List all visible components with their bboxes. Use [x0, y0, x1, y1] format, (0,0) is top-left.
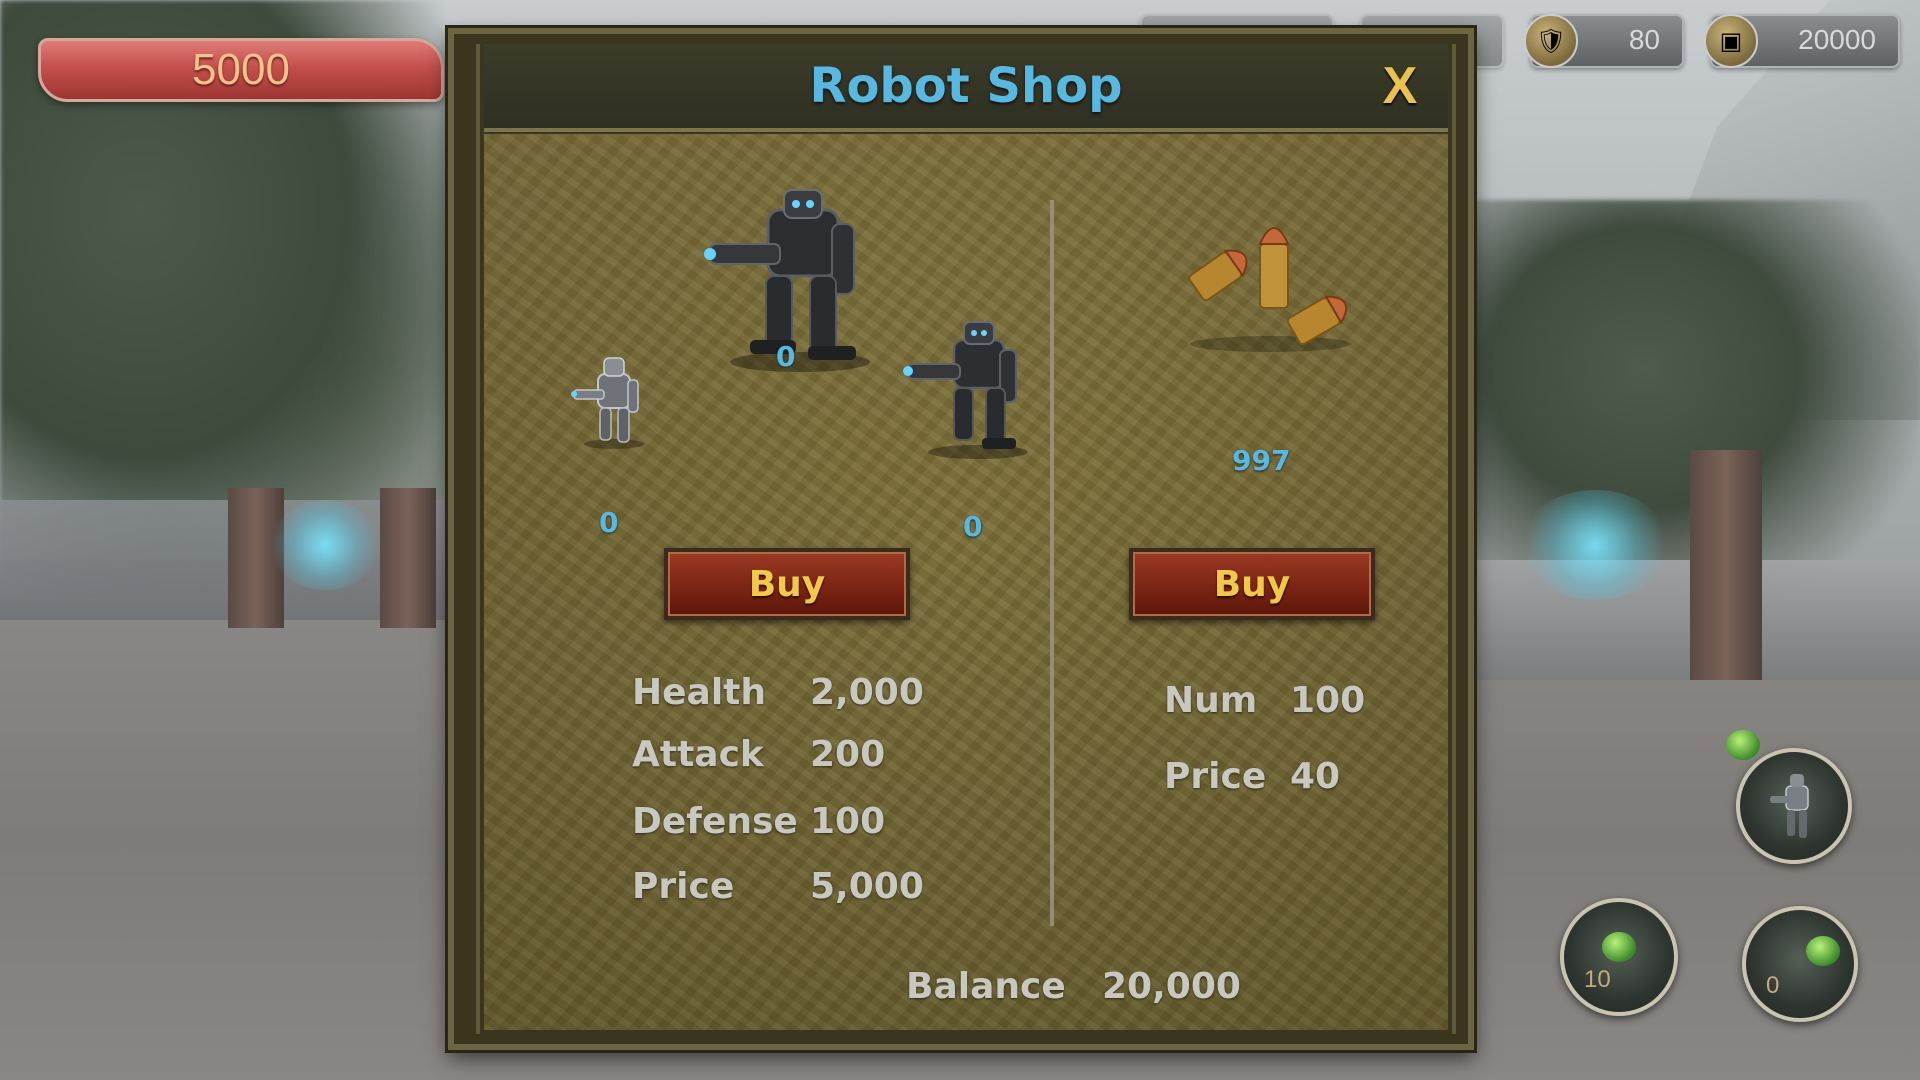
robot-count-small: 0 [599, 506, 619, 539]
resource-value: 20000 [1798, 24, 1876, 55]
buy-robot-label: Buy [748, 563, 826, 605]
balance-value: 20,000 [1102, 966, 1241, 1007]
shop-body: 0 0 0 Buy Health 2,000 Attack 200 Defens… [484, 134, 1448, 1030]
health-bar: 5000 [38, 38, 444, 102]
potion-icon [1806, 936, 1840, 966]
buy-ammo-label: Buy [1213, 563, 1291, 605]
shield-resource-icon: 🛡 [1524, 14, 1578, 68]
ammo-stat-value-price: 40 [1290, 756, 1341, 797]
buy-robot-button[interactable]: Buy [664, 548, 910, 620]
treasure-chest-icon: ▣ [1704, 14, 1758, 68]
robot-stat-label-price: Price [632, 866, 735, 907]
close-button[interactable]: X [1368, 54, 1432, 118]
resource-value: 80 [1628, 24, 1660, 55]
ammo-count: 997 [1232, 444, 1291, 477]
robot-icon [1770, 774, 1809, 838]
bullets-icon[interactable] [1170, 204, 1370, 364]
potion-count: 0 [1766, 972, 1780, 999]
shop-title: Robot Shop [809, 58, 1123, 114]
section-divider [1050, 200, 1054, 926]
grenade-icon [1602, 932, 1636, 962]
grenade-skill-button[interactable]: 10 [1560, 898, 1678, 1016]
buy-ammo-button[interactable]: Buy [1129, 548, 1375, 620]
balance-label: Balance [906, 966, 1066, 1007]
robot-shop-dialog: Robot Shop X 0 0 0 Buy Health 2,000 Atta… [448, 28, 1474, 1050]
grenade-count: 10 [1584, 966, 1611, 993]
robot-summon-skill-button[interactable] [1726, 730, 1852, 864]
shop-header: Robot Shop X [484, 44, 1448, 132]
robot-stat-value-attack: 200 [810, 734, 886, 775]
robot-stat-label-attack: Attack [632, 734, 764, 775]
medium-robot-icon[interactable] [894, 314, 1044, 464]
ammo-stat-label-price: Price [1164, 756, 1267, 797]
ammo-stat-value-num: 100 [1290, 680, 1366, 721]
small-robot-icon[interactable] [564, 352, 664, 452]
portal-glow [1520, 490, 1670, 600]
gate-pillar [1690, 450, 1762, 680]
resource-counter-gold: ▣ 20000 [1704, 14, 1900, 68]
robot-count-medium: 0 [963, 510, 983, 543]
potion-skill-button[interactable]: 0 [1742, 906, 1858, 1022]
robot-stat-label-defense: Defense [632, 801, 798, 842]
portal-glow [270, 500, 380, 590]
robot-stat-label-health: Health [632, 672, 767, 713]
ammo-stat-label-num: Num [1164, 680, 1258, 721]
resource-counter-shield: 🛡 80 [1524, 14, 1684, 68]
robot-stat-value-health: 2,000 [810, 672, 924, 713]
gate-pillar [380, 488, 436, 628]
robot-stat-value-price: 5,000 [810, 866, 924, 907]
robot-stat-value-defense: 100 [810, 801, 886, 842]
robot-count-large: 0 [776, 340, 796, 373]
green-gem-icon [1726, 730, 1760, 760]
health-value: 5000 [192, 45, 290, 94]
